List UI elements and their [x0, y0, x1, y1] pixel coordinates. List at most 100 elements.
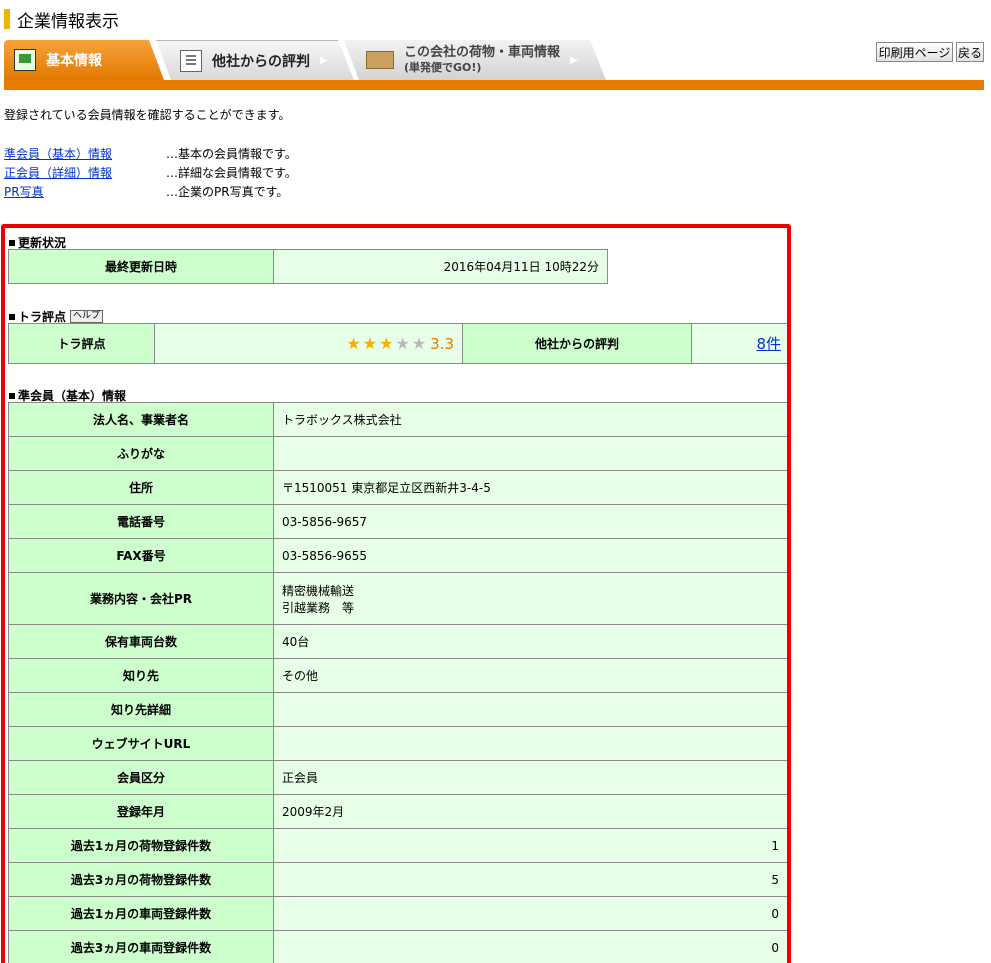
link-row: 準会員（基本）情報 …基本の会員情報です。: [4, 144, 297, 163]
table-row: 過去1ヵ月の車両登録件数 0: [8, 896, 787, 931]
table-row: 電話番号 03-5856-9657: [8, 504, 787, 539]
arrow-right-icon: ▶: [320, 55, 328, 66]
row-value: [273, 692, 787, 727]
rating-score: 3.3: [430, 335, 454, 353]
tab-cargo-vehicle-label: この会社の荷物・車両情報 (単発便でGO!): [404, 45, 560, 75]
truck-icon: [366, 51, 394, 69]
table-row: 過去3ヵ月の車両登録件数 0: [8, 930, 787, 963]
row-value-line: 精密機械輸送: [282, 583, 355, 598]
star-empty-icon: ★: [395, 334, 410, 353]
table-row: 保有車両台数 40台: [8, 624, 787, 659]
link-pr-photo[interactable]: PR写真: [4, 183, 166, 200]
row-label: 過去1ヵ月の車両登録件数: [8, 896, 274, 931]
tab-basic-info[interactable]: 基本情報: [4, 40, 164, 80]
bullet-square-icon: [9, 239, 15, 246]
row-label: 知り先: [8, 658, 274, 693]
link-row: 正会員（詳細）情報 …詳細な会員情報です。: [4, 163, 297, 182]
tab-cargo-vehicle[interactable]: この会社の荷物・車両情報 (単発便でGO!) ▶: [344, 40, 606, 80]
tab-reviews-label: 他社からの評判: [212, 53, 310, 70]
bullet-square-icon: [9, 313, 15, 320]
table-row: 登録年月 2009年2月: [8, 794, 787, 829]
row-value: 40台: [273, 624, 787, 659]
row-value: 正会員: [273, 760, 787, 795]
row-label: 保有車両台数: [8, 624, 274, 659]
row-value-line: 引越業務 等: [282, 600, 355, 615]
link-desc: …詳細な会員情報です。: [166, 166, 297, 180]
tab-bar: 基本情報 他社からの評判 ▶ この会社の荷物・車両情報 (単発便でGO!) ▶: [4, 40, 984, 80]
table-row: ウェブサイトURL: [8, 726, 787, 761]
star-rating: ★ ★ ★ ★ ★: [346, 334, 426, 353]
print-page-button[interactable]: 印刷用ページ: [876, 42, 953, 62]
reviews-count-link[interactable]: 8件: [756, 335, 781, 353]
row-label: 過去1ヵ月の荷物登録件数: [8, 828, 274, 863]
star-filled-icon: ★: [362, 334, 378, 353]
page-title-text: 企業情報表示: [17, 11, 119, 32]
reviews-label: 他社からの評判: [462, 323, 692, 364]
row-label: ウェブサイトURL: [8, 726, 274, 761]
row-value: [273, 436, 787, 471]
notepad-icon: [180, 49, 202, 72]
table-row: 住所 〒1510051 東京都足立区西新井3-4-5: [8, 470, 787, 505]
tab-cargo-sub: (単発便でGO!): [404, 61, 482, 74]
bullet-square-icon: [9, 392, 15, 399]
row-label: 過去3ヵ月の荷物登録件数: [8, 862, 274, 897]
row-label: 法人名、事業者名: [8, 402, 274, 437]
star-filled-icon: ★: [379, 334, 394, 353]
update-table: 最終更新日時 2016年04月11日 10時22分: [8, 249, 608, 284]
row-label: 過去3ヵ月の車両登録件数: [8, 930, 274, 963]
help-button[interactable]: ヘルプ: [70, 310, 104, 323]
row-value: 〒1510051 東京都足立区西新井3-4-5: [273, 470, 787, 505]
info-panel: 更新状況 最終更新日時 2016年04月11日 10時22分 トラ評点 ヘルプ …: [1, 224, 791, 963]
table-row: 業務内容・会社PR 精密機械輸送 引越業務 等: [8, 572, 787, 625]
star-filled-icon: ★: [346, 334, 361, 353]
star-empty-icon: ★: [411, 334, 427, 353]
page-title: 企業情報表示: [4, 8, 119, 32]
row-value: [273, 726, 787, 761]
link-row: PR写真 …企業のPR写真です。: [4, 182, 297, 201]
table-row: ふりがな: [8, 436, 787, 471]
back-button[interactable]: 戻る: [956, 42, 984, 62]
row-value: 0: [273, 896, 787, 931]
row-label: 住所: [8, 470, 274, 505]
row-value: 03-5856-9655: [273, 538, 787, 573]
monitor-icon: [14, 49, 36, 71]
rating-table: トラ評点 ★ ★ ★ ★ ★ 3.3 他社からの評判 8件: [8, 323, 787, 364]
rating-label: トラ評点: [8, 323, 155, 364]
row-label: 知り先詳細: [8, 692, 274, 727]
table-row: 知り先 その他: [8, 658, 787, 693]
table-row: 法人名、事業者名 トラボックス株式会社: [8, 402, 787, 437]
row-label: 会員区分: [8, 760, 274, 795]
tab-reviews[interactable]: 他社からの評判 ▶: [156, 40, 354, 80]
table-row: 最終更新日時 2016年04月11日 10時22分: [8, 249, 608, 284]
row-value: 2009年2月: [273, 794, 787, 829]
link-desc: …企業のPR写真です。: [166, 185, 289, 199]
intro-text: 登録されている会員情報を確認することができます。: [4, 108, 291, 122]
row-value: 精密機械輸送 引越業務 等: [273, 572, 787, 625]
table-row: 会員区分 正会員: [8, 760, 787, 795]
last-updated-label: 最終更新日時: [8, 249, 274, 284]
section-links: 準会員（基本）情報 …基本の会員情報です。 正会員（詳細）情報 …詳細な会員情報…: [4, 144, 297, 201]
table-row: 知り先詳細: [8, 692, 787, 727]
row-value: 0: [273, 930, 787, 963]
table-row: FAX番号 03-5856-9655: [8, 538, 787, 573]
arrow-right-icon: ▶: [570, 54, 578, 66]
rating-value: ★ ★ ★ ★ ★ 3.3: [154, 323, 463, 364]
row-value: その他: [273, 658, 787, 693]
title-accent-bar: [4, 9, 10, 29]
link-full-detail[interactable]: 正会員（詳細）情報: [4, 164, 166, 181]
row-label: 電話番号: [8, 504, 274, 539]
row-value: 5: [273, 862, 787, 897]
link-associate-basic[interactable]: 準会員（基本）情報: [4, 145, 166, 162]
row-value: 1: [273, 828, 787, 863]
row-label: 登録年月: [8, 794, 274, 829]
table-row: 過去1ヵ月の荷物登録件数 1: [8, 828, 787, 863]
row-value: トラボックス株式会社: [273, 402, 787, 437]
row-value: 03-5856-9657: [273, 504, 787, 539]
row-label: FAX番号: [8, 538, 274, 573]
last-updated-value: 2016年04月11日 10時22分: [273, 249, 608, 284]
basic-info-table: 法人名、事業者名 トラボックス株式会社 ふりがな 住所 〒1510051 東京都足立区西…: [8, 402, 787, 963]
row-label: ふりがな: [8, 436, 274, 471]
tab-underline: [4, 80, 984, 90]
tab-cargo-title: この会社の荷物・車両情報: [404, 45, 561, 60]
link-desc: …基本の会員情報です。: [166, 147, 297, 161]
